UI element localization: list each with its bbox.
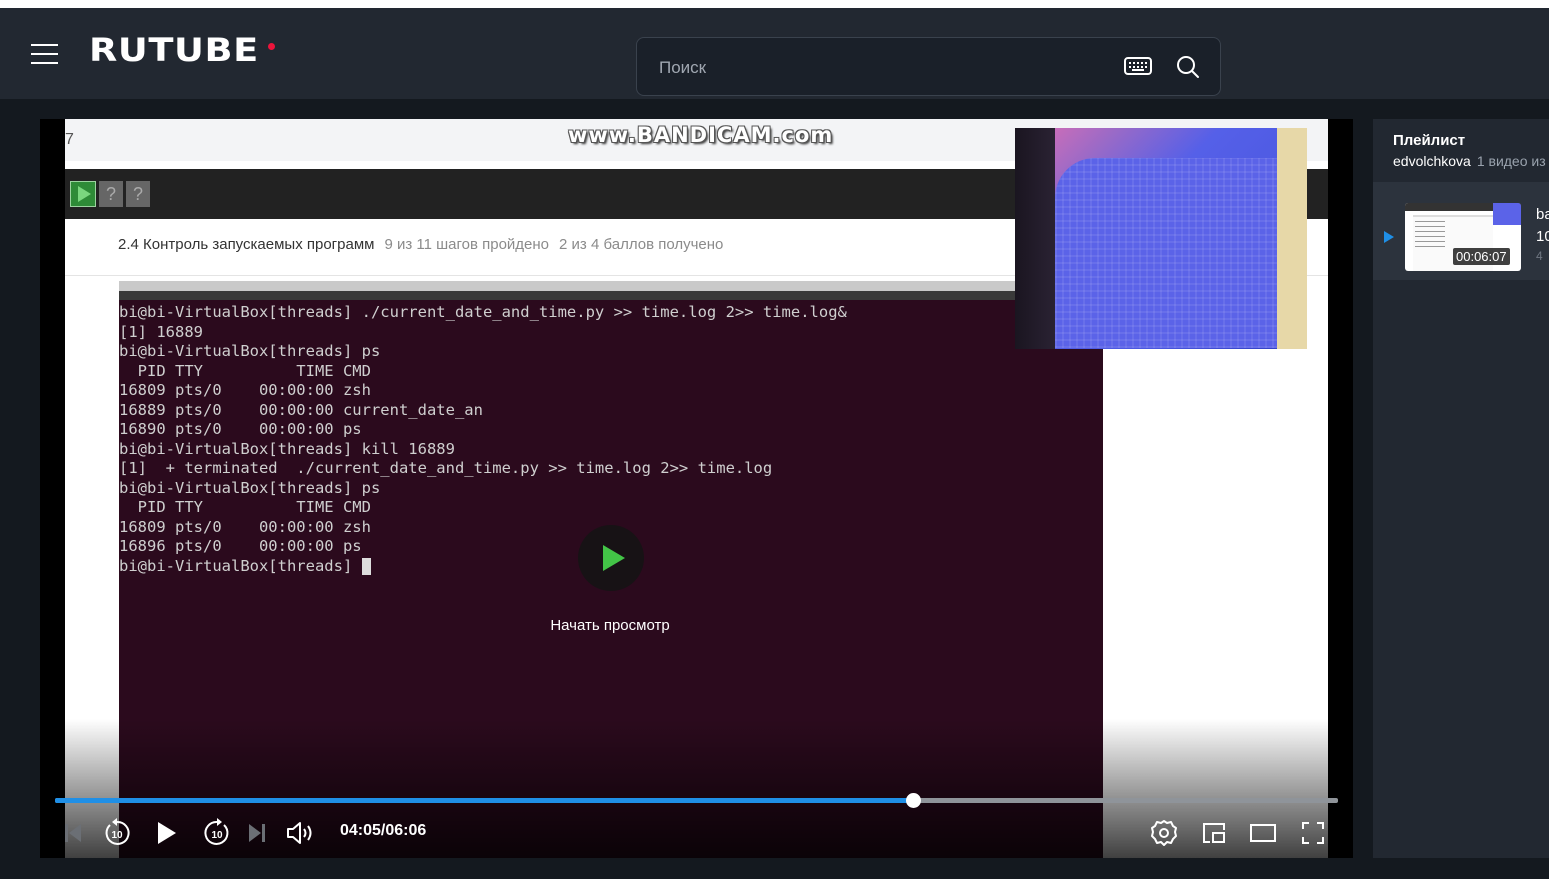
- webcam-overlay: [1015, 128, 1307, 349]
- terminal-line: bi@bi-VirtualBox[threads]: [119, 556, 362, 575]
- rutube-logo[interactable]: RUTUBE: [89, 31, 259, 69]
- miniplayer-icon[interactable]: [1200, 818, 1228, 848]
- progress-fill: [55, 798, 914, 803]
- points-earned: 2 из 4 баллов получено: [559, 236, 724, 253]
- video-duration: 00:06:07: [1453, 248, 1510, 265]
- help-icon: ?: [99, 181, 123, 207]
- logo-dot: [268, 43, 275, 50]
- duration: 06:06: [385, 822, 427, 839]
- webcam-hair: [1015, 128, 1055, 349]
- terminal-line: PID TTY TIME CMD: [119, 498, 371, 516]
- keyboard-icon[interactable]: [1124, 56, 1152, 80]
- frame-corner-number: 7: [65, 131, 74, 148]
- header: RUTUBE: [0, 8, 1549, 99]
- fullscreen-icon[interactable]: [1299, 818, 1327, 848]
- theater-mode-icon[interactable]: [1248, 818, 1278, 848]
- video-title-line: ba: [1536, 206, 1549, 223]
- steps-done: 9 из 11 шагов пройдено: [384, 236, 550, 253]
- terminal-line: 16809 pts/0 00:00:00 zsh: [119, 517, 371, 536]
- playlist-title: Плейлист: [1393, 132, 1466, 149]
- terminal-line: [1] 16889: [119, 322, 203, 341]
- video-title[interactable]: ba 10: [1536, 204, 1549, 248]
- big-play-button[interactable]: [578, 525, 644, 591]
- terminal-line: 16889 pts/0 00:00:00 current_date_an: [119, 400, 483, 419]
- next-icon[interactable]: [246, 818, 268, 848]
- progress-bar[interactable]: [55, 793, 1338, 808]
- webcam-wall: [1277, 128, 1307, 349]
- search-input[interactable]: [657, 53, 1101, 83]
- webcam-sweater: [1055, 158, 1307, 348]
- playlist-panel: Плейлист edvolchkova 1 видео из 00:06:07 …: [1373, 119, 1549, 858]
- playlist-count: 1 видео из: [1476, 153, 1546, 169]
- step-title: 2.4 Контроль запускаемых программ: [118, 236, 375, 253]
- thumb-text: [1415, 221, 1445, 251]
- start-watching-label[interactable]: Начать просмотр: [510, 617, 710, 634]
- search-box[interactable]: [636, 37, 1221, 96]
- search-icon[interactable]: [1175, 54, 1201, 84]
- now-playing-icon: [1384, 231, 1394, 243]
- play-icon[interactable]: [154, 818, 180, 848]
- volume-icon[interactable]: [285, 818, 317, 848]
- playlist-meta: edvolchkova 1 видео из: [1393, 153, 1546, 169]
- run-icon: [70, 181, 96, 207]
- timecode: 04:05/06:06: [340, 822, 426, 840]
- terminal-line: 16809 pts/0 00:00:00 zsh: [119, 381, 371, 399]
- previous-icon[interactable]: [62, 818, 84, 848]
- playlist-item[interactable]: 00:06:07 ba 10 4: [1373, 182, 1549, 280]
- terminal-cursor: [361, 557, 371, 575]
- terminal-line: PID TTY TIME CMD: [119, 361, 371, 380]
- playlist-author[interactable]: edvolchkova: [1393, 153, 1471, 169]
- terminal-line: bi@bi-VirtualBox[threads] ps: [119, 478, 381, 497]
- vm-titlebar: [119, 291, 1103, 300]
- terminal-line: bi@bi-VirtualBox[threads] kill 16889: [119, 439, 455, 458]
- terminal-line: 16890 pts/0 00:00:00 ps: [119, 420, 362, 438]
- settings-gear-icon[interactable]: [1149, 818, 1179, 848]
- forward-10-icon[interactable]: 10: [202, 818, 232, 848]
- bandicam-watermark: www.BANDICAM.com: [568, 123, 834, 147]
- video-player[interactable]: 7 www.BANDICAM.com ? ? 2.4 Контроль запу…: [40, 119, 1353, 858]
- top-border: [0, 0, 1549, 8]
- step-info: 2.4 Контроль запускаемых программ 9 из 11…: [118, 236, 723, 253]
- help-icon: ?: [126, 181, 150, 207]
- video-meta: 4: [1536, 249, 1543, 263]
- terminal-line: bi@bi-VirtualBox[threads] ps: [119, 342, 381, 360]
- rewind-seconds: 10: [111, 830, 123, 841]
- terminal-line: bi@bi-VirtualBox[threads] ./current_date…: [119, 303, 847, 321]
- hamburger-icon[interactable]: [31, 42, 59, 66]
- rewind-10-icon[interactable]: 10: [102, 818, 132, 848]
- vm-menubar: [119, 281, 1103, 291]
- forward-seconds: 10: [211, 830, 223, 841]
- terminal-line: [1] + terminated ./current_date_and_time…: [119, 459, 773, 477]
- current-time: 04:05: [340, 822, 381, 839]
- thumb-webcam: [1493, 203, 1521, 225]
- terminal-output: bi@bi-VirtualBox[threads] ./current_date…: [119, 303, 847, 576]
- video-title-line: 10: [1536, 228, 1549, 245]
- terminal-line: 16896 pts/0 00:00:00 ps: [119, 537, 362, 555]
